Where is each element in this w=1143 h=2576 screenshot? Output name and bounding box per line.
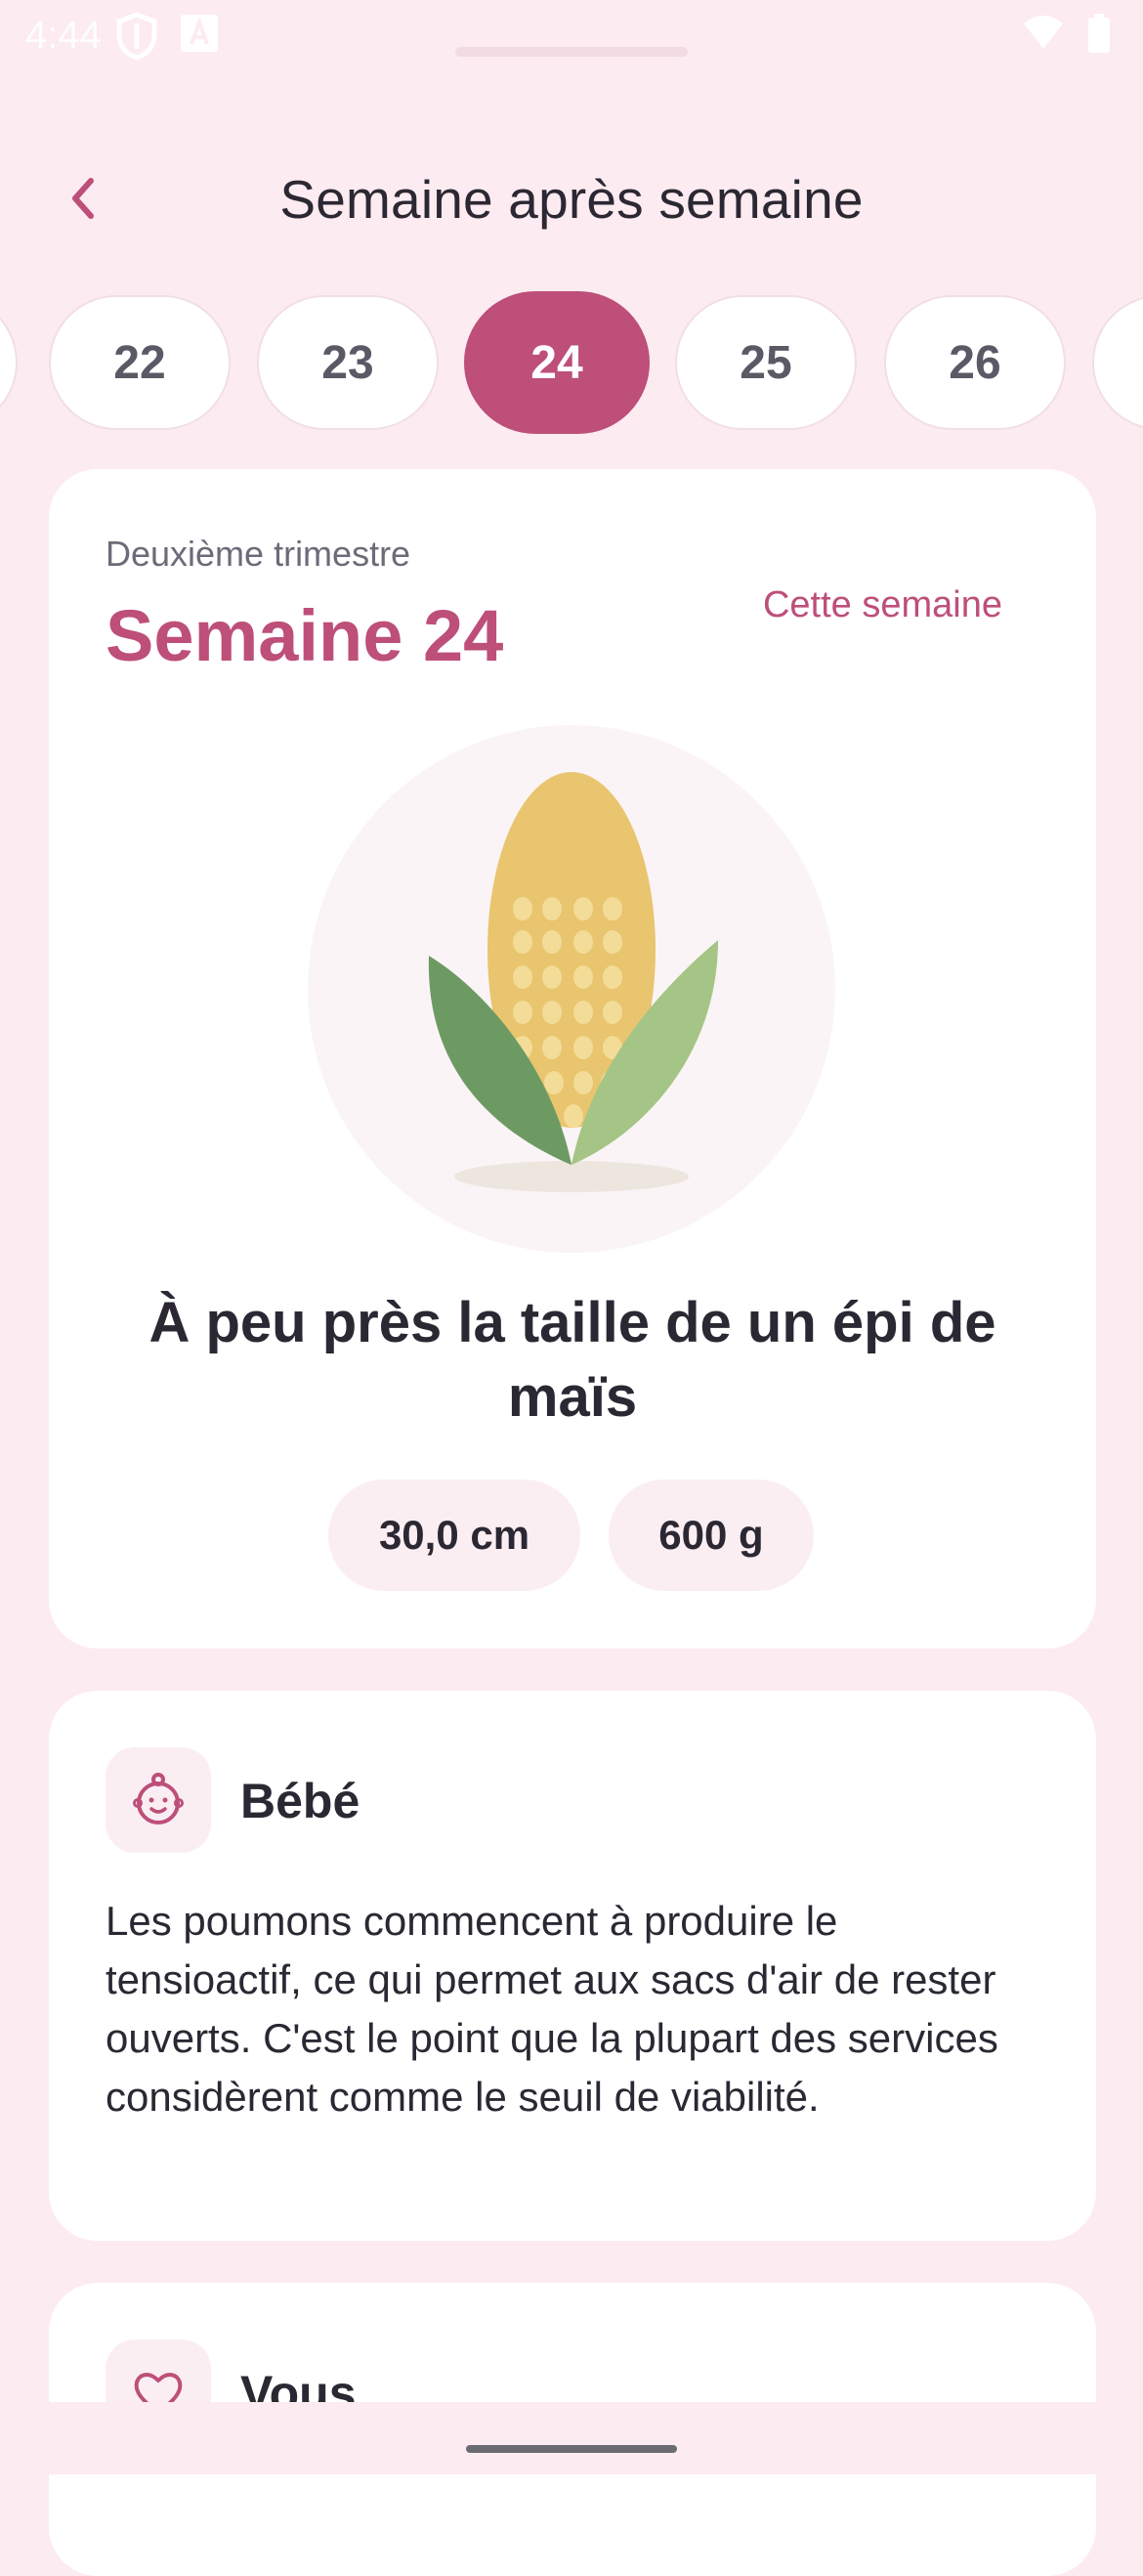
back-button[interactable] [51, 166, 115, 231]
baby-icon-container [106, 1747, 211, 1853]
illustration-circle [308, 725, 835, 1253]
week-chip-partial[interactable] [0, 295, 18, 430]
drag-handle [455, 47, 688, 57]
home-indicator[interactable] [466, 2445, 677, 2453]
shield-icon [116, 12, 157, 61]
week-chip-23[interactable]: 23 [257, 295, 439, 430]
status-bar: 4:44 [0, 0, 1143, 78]
baby-section-text: Les poumons commencent à produire le ten… [106, 1898, 998, 2120]
week-heading: Semaine 24 [106, 595, 504, 676]
week-chip-partial-right[interactable] [1092, 295, 1143, 430]
page-title: Semaine après semaine [279, 169, 864, 230]
baby-card: Bébé Les poumons commencent à produire l… [49, 1691, 1096, 2241]
wifi-battery-icon [1024, 14, 1110, 53]
length-badge: 30,0 cm [328, 1480, 580, 1591]
week-selector[interactable]: 22 23 24 25 26 [0, 291, 1143, 436]
week-chip-22[interactable]: 22 [49, 295, 231, 430]
baby-section-title: Bébé [240, 1774, 360, 1828]
size-comparison-text: À peu près la taille de un épi de maïs [148, 1291, 996, 1429]
week-summary-card: Deuxième trimestre Semaine 24 Cette sema… [49, 469, 1096, 1649]
trimester-label: Deuxième trimestre [106, 534, 411, 574]
this-week-label: Cette semaine [762, 584, 1002, 625]
baby-face-icon [133, 1773, 184, 1825]
week-chip-25[interactable]: 25 [675, 295, 857, 430]
header: Semaine après semaine [0, 147, 1143, 254]
week-chip-24-selected[interactable]: 24 [464, 291, 650, 434]
weight-badge: 600 g [609, 1480, 814, 1591]
a-box-icon [181, 15, 218, 52]
status-time: 4:44 [25, 14, 102, 57]
chevron-left-icon [72, 178, 94, 219]
week-chip-26[interactable]: 26 [884, 295, 1066, 430]
corn-illustration-icon [428, 772, 718, 1192]
bottom-nav-area [0, 2402, 1143, 2474]
